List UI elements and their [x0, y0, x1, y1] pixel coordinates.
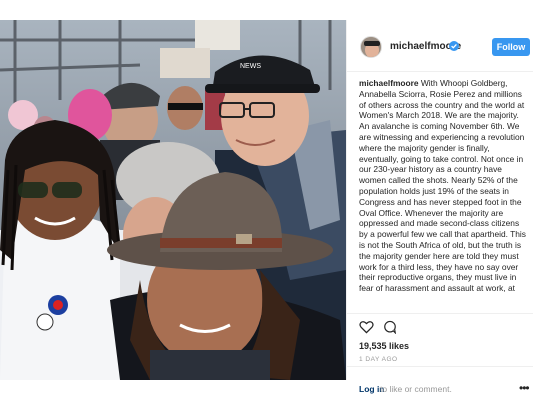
verified-badge-icon	[449, 41, 459, 51]
caption-text: With Whoopi Goldberg, Annabella Sciorra,…	[359, 78, 526, 294]
crowd-photo: NEWS	[0, 20, 346, 380]
post-header: michaelfmoore Follow	[347, 20, 533, 72]
post-photo[interactable]: NEWS	[0, 20, 346, 380]
heart-icon[interactable]	[359, 320, 374, 334]
comment-bar	[347, 366, 533, 380]
comment-bubble-icon[interactable]	[383, 320, 397, 334]
caption-username[interactable]: michaelfmoore	[359, 78, 419, 88]
post-timestamp: 1 DAY AGO	[359, 356, 398, 363]
post-caption: michaelfmoore With Whoopi Goldberg, Anna…	[359, 78, 527, 313]
likes-count[interactable]: 19,535 likes	[359, 341, 409, 351]
instagram-post: NEWS michaelfmoore Follow michaelfmoore …	[0, 20, 533, 395]
avatar-image	[361, 37, 381, 57]
post-side-panel: michaelfmoore Follow michaelfmoore With …	[346, 20, 533, 395]
avatar[interactable]	[360, 36, 382, 58]
login-prompt-text: to like or comment.	[380, 384, 452, 394]
divider	[347, 313, 533, 314]
more-options-icon[interactable]: •••	[519, 381, 530, 395]
cap-text: NEWS	[240, 63, 261, 70]
follow-button[interactable]: Follow	[492, 38, 530, 56]
